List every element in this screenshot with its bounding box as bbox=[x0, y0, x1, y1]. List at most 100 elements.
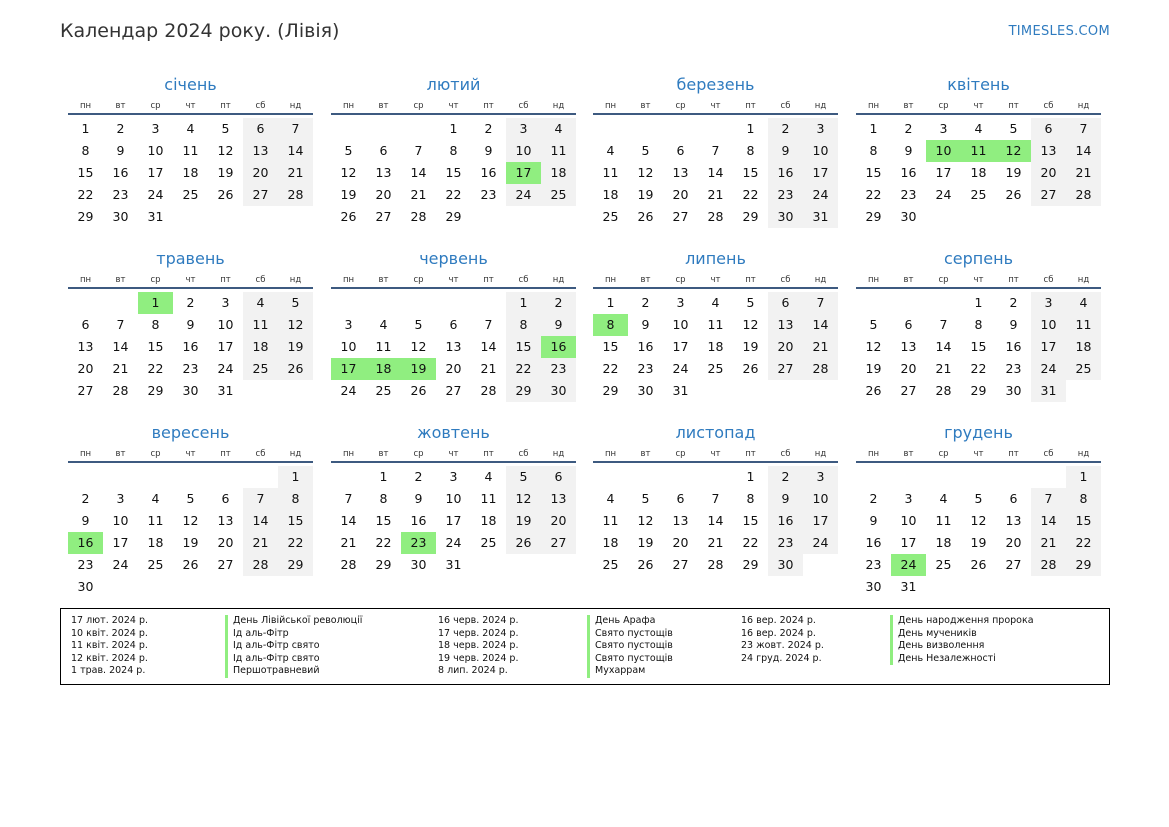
day-cell: 7 bbox=[278, 118, 313, 140]
weekday-label: пн bbox=[867, 275, 880, 285]
day-cell: 22 bbox=[1066, 532, 1101, 554]
day-cell: 8 bbox=[746, 491, 755, 506]
day-cell: 21 bbox=[935, 361, 952, 376]
weekday-label: чт bbox=[710, 449, 721, 459]
day-cell: 29 bbox=[602, 383, 619, 398]
weekday-label: чт bbox=[185, 101, 196, 111]
weekday-label: пт bbox=[745, 449, 756, 459]
day-cell: 27 bbox=[541, 532, 576, 554]
weekday-label: ср bbox=[938, 449, 949, 459]
day-cell: 6 bbox=[904, 317, 913, 332]
day-cell: 22 bbox=[742, 535, 759, 550]
weekday-label: вт bbox=[640, 449, 651, 459]
day-cell: 10 bbox=[672, 317, 689, 332]
legend-date: 11 квіт. 2024 р. bbox=[71, 640, 148, 651]
weekday-label: пт bbox=[220, 275, 231, 285]
day-cell: 5 bbox=[221, 121, 230, 136]
days-grid: 1 2 3 4 5 6 7 8 9 10 11 12 13 14 15 16 17 18 19 20 21 22 23 24 2… bbox=[856, 118, 1101, 228]
day-cell: 9 bbox=[904, 143, 913, 158]
weekday-header: пн вт ср чт пт сб нд bbox=[68, 447, 313, 463]
day-cell: 7 bbox=[344, 491, 353, 506]
day-cell: 28 bbox=[707, 209, 724, 224]
day-cell: 12 bbox=[217, 143, 234, 158]
empty-cell bbox=[331, 466, 366, 488]
day-cell: 15 bbox=[375, 513, 392, 528]
day-cell: 22 bbox=[742, 187, 759, 202]
month-11: листопад пн вт ср чт пт сб нд 1 2 3 4 5 6 7 8 9 10 11 12 13 1… bbox=[593, 423, 838, 576]
legend-holiday-name: День народження пророка bbox=[890, 615, 1034, 628]
day-cell: 6 bbox=[1009, 491, 1018, 506]
empty-cell bbox=[593, 466, 628, 488]
day-cell: 21 bbox=[243, 532, 278, 554]
day-cell: 12 bbox=[278, 314, 313, 336]
empty-cell bbox=[698, 466, 733, 488]
holiday-day-cell: 8 bbox=[593, 314, 628, 336]
day-cell: 23 bbox=[768, 532, 803, 554]
day-cell: 25 bbox=[602, 557, 619, 572]
day-cell: 27 bbox=[1031, 184, 1066, 206]
day-cell: 18 bbox=[970, 165, 987, 180]
day-cell: 26 bbox=[637, 557, 654, 572]
weekday-label: сб bbox=[255, 101, 266, 111]
day-cell: 21 bbox=[1031, 532, 1066, 554]
weekday-label: пт bbox=[220, 449, 231, 459]
day-cell: 30 bbox=[768, 206, 803, 228]
holiday-day-cell: 16 bbox=[68, 532, 103, 554]
day-cell: 17 bbox=[445, 513, 462, 528]
weekday-label: вт bbox=[903, 101, 914, 111]
day-cell: 7 bbox=[711, 143, 720, 158]
day-cell: 14 bbox=[935, 339, 952, 354]
legend-holiday-name: Першотравневий bbox=[225, 665, 320, 678]
day-cell: 25 bbox=[970, 187, 987, 202]
day-cell: 3 bbox=[449, 469, 458, 484]
day-cell: 15 bbox=[445, 165, 462, 180]
legend-holiday-name: Ід аль-Фітр свято bbox=[225, 640, 320, 653]
day-cell: 6 bbox=[676, 143, 685, 158]
weekday-label: вт bbox=[378, 101, 389, 111]
day-cell: 25 bbox=[707, 361, 724, 376]
day-cell: 1 bbox=[506, 292, 541, 314]
day-cell: 21 bbox=[278, 162, 313, 184]
day-cell: 4 bbox=[974, 121, 983, 136]
day-cell: 19 bbox=[1005, 165, 1022, 180]
day-cell: 4 bbox=[939, 491, 948, 506]
day-cell: 8 bbox=[278, 488, 313, 510]
day-cell: 23 bbox=[541, 358, 576, 380]
weekday-header: пн вт ср чт пт сб нд bbox=[593, 99, 838, 115]
day-cell: 14 bbox=[1031, 510, 1066, 532]
empty-cell bbox=[331, 118, 366, 140]
day-cell: 22 bbox=[375, 535, 392, 550]
weekday-label: ср bbox=[413, 449, 424, 459]
weekday-label: чт bbox=[973, 449, 984, 459]
day-cell: 10 bbox=[445, 491, 462, 506]
weekday-label: пн bbox=[867, 449, 880, 459]
day-cell: 18 bbox=[1066, 336, 1101, 358]
day-cell: 2 bbox=[541, 292, 576, 314]
day-cell: 4 bbox=[379, 317, 388, 332]
day-cell: 16 bbox=[768, 510, 803, 532]
day-cell: 27 bbox=[445, 383, 462, 398]
day-cell: 19 bbox=[637, 535, 654, 550]
empty-cell bbox=[996, 466, 1031, 488]
day-cell: 17 bbox=[900, 535, 917, 550]
weekday-label: пн bbox=[604, 275, 617, 285]
weekday-header: пн вт ср чт пт сб нд bbox=[331, 447, 576, 463]
weekday-label: вт bbox=[378, 275, 389, 285]
legend-date: 1 трав. 2024 р. bbox=[71, 665, 146, 676]
weekday-label: нд bbox=[814, 449, 827, 459]
day-cell: 20 bbox=[1031, 162, 1066, 184]
day-cell: 11 bbox=[243, 314, 278, 336]
day-cell: 22 bbox=[445, 187, 462, 202]
day-cell: 11 bbox=[375, 339, 392, 354]
day-cell: 3 bbox=[939, 121, 948, 136]
weekday-label: сб bbox=[255, 275, 266, 285]
legend-holiday-name: Ід аль-Фітр свято bbox=[225, 652, 320, 665]
holiday-day-cell: 17 bbox=[506, 162, 541, 184]
day-cell: 26 bbox=[506, 532, 541, 554]
day-cell: 4 bbox=[243, 292, 278, 314]
empty-cell bbox=[68, 292, 103, 314]
day-cell: 10 bbox=[803, 488, 838, 510]
legend-holiday-name: Свято пустощів bbox=[587, 640, 673, 653]
month-name: грудень bbox=[944, 423, 1013, 442]
month-1: січень пн вт ср чт пт сб нд 1 2 3 4 5 6 7 8 9 10 11 12 13 14 1… bbox=[68, 75, 313, 228]
